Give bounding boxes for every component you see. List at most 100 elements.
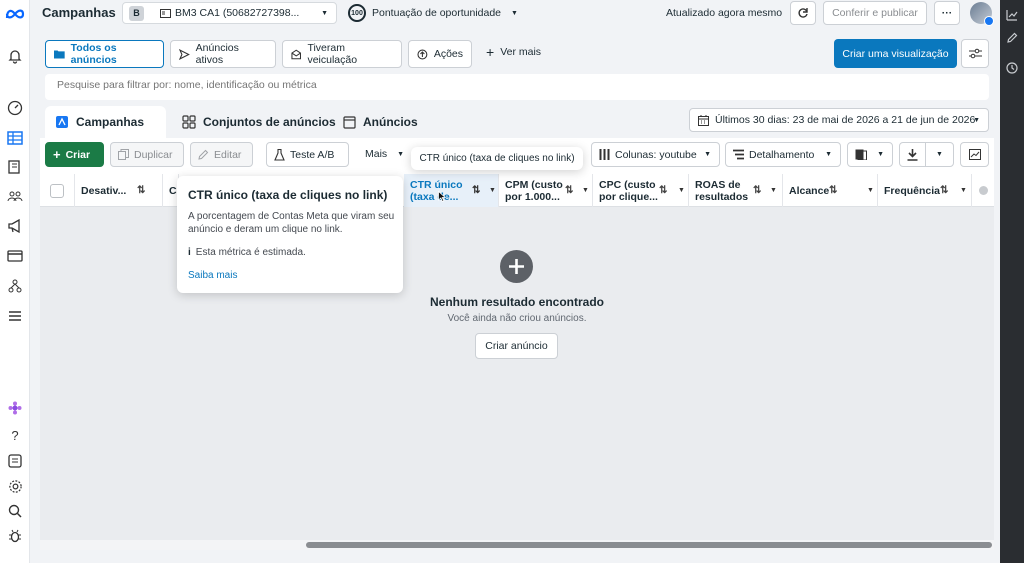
search-icon[interactable] [5,501,25,521]
charts-toggle-button[interactable] [960,142,989,167]
ab-test-button[interactable]: Teste A/B [266,142,349,167]
more-options-button[interactable]: ··· [934,1,960,25]
help-icon[interactable]: ? [5,425,25,445]
date-range-label: Últimos 30 dias: 23 de mai de 2026 a 21 … [715,114,976,126]
chevron-down-icon[interactable]: ▼ [960,187,967,194]
opportunity-score[interactable]: 100 Pontuação de oportunidade ▼ [348,3,518,23]
campaign-flag-icon [56,116,68,128]
plus-icon: + [53,146,61,162]
create-view-button[interactable]: Criar uma visualização [834,39,957,68]
learn-more-link[interactable]: Saiba mais [188,270,237,281]
chevron-down-icon: ▼ [511,9,518,17]
refresh-button[interactable] [790,1,816,25]
columns-button[interactable]: Colunas: youtube ▼ [591,142,720,167]
column-header-off-on[interactable]: Desativ... ⇅ [75,174,163,207]
bug-report-icon[interactable] [5,526,25,546]
facebook-badge-icon [984,16,994,26]
right-side-rail [1000,0,1024,563]
avatar[interactable] [970,2,994,26]
meta-ai-flower-icon[interactable] [5,398,25,418]
search-bar[interactable] [45,74,989,100]
plus-icon: + [486,44,495,60]
sort-icon[interactable]: ⇅ [472,185,480,196]
add-column-icon[interactable] [979,186,988,195]
account-selector[interactable]: B BM3 CA1 (50682727398... ▼ [122,2,337,24]
chart-icon[interactable] [1006,9,1018,21]
date-range-picker[interactable]: Últimos 30 dias: 23 de mai de 2026 a 21 … [689,108,989,132]
filter-settings-button[interactable] [961,39,989,68]
sort-icon[interactable]: ⇅ [565,185,573,196]
create-button[interactable]: + Criar [45,142,104,167]
export-dropdown-button[interactable]: ▼ [925,142,954,167]
news-feed-icon[interactable] [5,451,25,471]
arrow-circle-icon [417,49,428,59]
horizontal-scrollbar-thumb[interactable] [306,542,992,548]
audiences-icon[interactable] [5,186,25,206]
sort-icon[interactable]: ⇅ [940,185,948,196]
meta-logo-icon[interactable] [5,4,25,24]
column-header-label-line1: CPC (custo [599,178,656,191]
calendar-icon [698,114,709,126]
settings-gear-icon[interactable] [5,476,25,496]
tab-campaigns[interactable]: Campanhas [45,106,154,138]
chevron-down-icon[interactable]: ▼ [678,187,685,194]
filter-active-ads[interactable]: Anúncios ativos [170,40,276,68]
sliders-icon [968,48,982,59]
column-header-cpm[interactable]: CPM (custo por 1.000... ⇅ ▼ [499,174,593,207]
megaphone-icon[interactable] [5,216,25,236]
edit-button[interactable]: Editar [190,142,253,167]
events-manager-icon[interactable] [5,276,25,296]
duplicate-button[interactable]: Duplicar [110,142,184,167]
pages-icon[interactable] [5,157,25,177]
breakdown-label: Detalhamento [749,148,815,161]
table-ads-manager-icon[interactable] [5,128,25,148]
chevron-down-icon[interactable]: ▼ [489,187,496,194]
chevron-down-icon[interactable]: ▼ [582,187,589,194]
column-header-unique-ctr[interactable]: CTR único (taxa de... ⇅ ▼ [404,174,499,207]
export-button[interactable] [899,142,926,167]
flask-icon [274,148,285,161]
tab-ads-label: Anúncios [363,115,418,129]
chevron-down-icon: ▼ [936,151,943,158]
sort-icon[interactable]: ⇅ [137,185,145,196]
filter-actions[interactable]: Ações [408,40,472,68]
account-name: BM3 CA1 (50682727398... [175,7,300,19]
reports-button[interactable]: ▼ [847,142,893,167]
column-header-frequency[interactable]: Frequência ⇅ ▼ [878,174,972,207]
sort-icon[interactable]: ⇅ [753,185,761,196]
column-header-reach[interactable]: Alcance ⇅ ▼ [783,174,878,207]
column-header-label-line2: por clique... [599,190,658,203]
history-clock-icon[interactable] [1006,62,1018,74]
filter-active-ads-label: Anúncios ativos [195,42,239,66]
review-publish-button[interactable]: Conferir e publicar [823,1,927,25]
filter-had-delivery[interactable]: Tiveram veiculação [282,40,402,68]
chevron-down-icon[interactable]: ▼ [867,187,874,194]
create-label: Criar [65,148,91,161]
search-input[interactable] [57,79,957,91]
chevron-down-icon[interactable]: ▼ [770,187,777,194]
tab-adsets[interactable]: Conjuntos de anúncios [172,106,346,138]
create-ad-button[interactable]: Criar anúncio [475,333,558,359]
grid-icon [182,115,196,129]
chevron-down-icon: ▼ [973,116,980,124]
see-more-button[interactable]: + Ver mais [486,44,541,60]
column-header-cpc[interactable]: CPC (custo por clique... ⇅ ▼ [593,174,689,207]
empty-state-title: Nenhum resultado encontrado [429,295,605,309]
breakdown-button[interactable]: Detalhamento ▼ [725,142,841,167]
more-actions-button[interactable]: Mais ▼ [365,148,404,160]
sort-icon[interactable]: ⇅ [829,185,837,196]
menu-icon[interactable] [5,306,25,326]
column-header-label: Desativ... [81,184,127,197]
column-header-label: Frequência [884,184,941,197]
edit-pencil-icon[interactable] [1006,32,1018,44]
column-header-roas[interactable]: ROAS de resultados ⇅ ▼ [689,174,783,207]
tab-ads[interactable]: Anúncios [333,106,428,138]
sort-icon[interactable]: ⇅ [659,185,667,196]
download-icon [907,148,918,161]
select-all-checkbox[interactable] [50,183,64,198]
ad-icon [343,115,356,129]
dashboard-gauge-icon[interactable] [5,98,25,118]
billing-card-icon[interactable] [5,246,25,266]
filter-all-ads[interactable]: Todos os anúncios [45,40,164,68]
bell-icon[interactable] [5,46,25,66]
